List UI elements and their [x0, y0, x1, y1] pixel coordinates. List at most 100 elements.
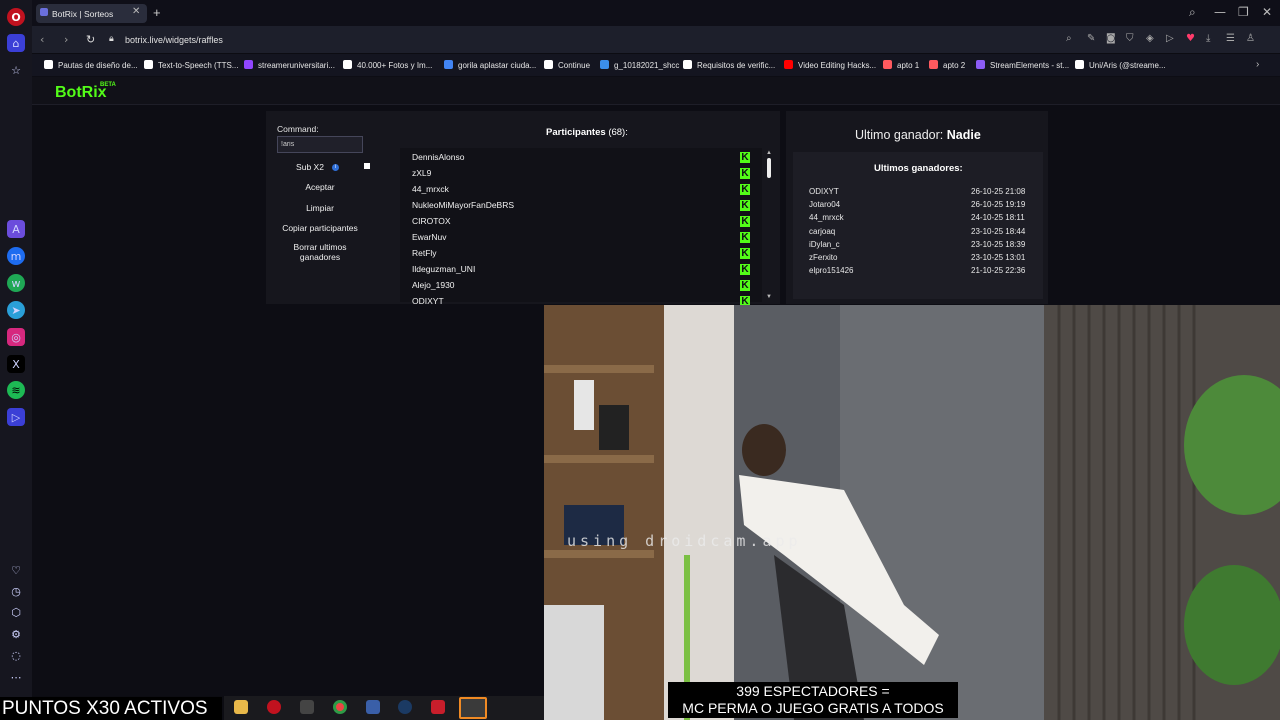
- player-icon[interactable]: ▷: [7, 408, 25, 426]
- messenger-icon[interactable]: m: [7, 247, 25, 265]
- telegram-icon[interactable]: ➤: [7, 301, 25, 319]
- participants-title: Participantes (68):: [546, 127, 628, 138]
- participant-name: Alejo_1930: [412, 280, 455, 290]
- participant-name: RetFly: [412, 248, 437, 258]
- chrome-icon[interactable]: [333, 700, 347, 714]
- vpn-icon[interactable]: ◈: [1146, 33, 1154, 44]
- scroll-down-icon[interactable]: ▼: [766, 294, 772, 300]
- kick-icon: K: [740, 264, 750, 275]
- winner-name: ODIXYT: [809, 187, 839, 196]
- winner-name: elpro151426: [809, 266, 854, 276]
- camera-icon[interactable]: ◙: [1106, 33, 1116, 44]
- url-field[interactable]: botrix.live/widgets/raffles: [125, 35, 223, 45]
- minimize-icon[interactable]: —: [1214, 5, 1226, 19]
- bookmark-item[interactable]: gorila aplastar ciuda...: [458, 61, 536, 70]
- opera-taskbar-icon[interactable]: [267, 700, 281, 714]
- copy-participants-button[interactable]: Copiar participantes: [277, 223, 363, 233]
- forward-icon[interactable]: ›: [64, 33, 68, 46]
- play-icon[interactable]: ▷: [1166, 33, 1174, 44]
- bookmark-favicon-icon: [144, 60, 153, 69]
- winner-date: 21-10-25 22:36: [971, 266, 1026, 276]
- new-tab-button[interactable]: +: [153, 5, 161, 20]
- reload-icon[interactable]: ↻: [86, 33, 95, 46]
- participant-name: ODIXYT: [412, 296, 444, 306]
- bookmark-item[interactable]: 40.000+ Fotos y Im...: [357, 61, 432, 70]
- shield-icon[interactable]: ⛉: [1126, 33, 1134, 44]
- kick-icon: K: [740, 248, 750, 259]
- info-icon[interactable]: i: [332, 164, 339, 171]
- bookmark-item[interactable]: Uni/Aris (@streame...: [1089, 61, 1166, 70]
- scrollbar-thumb[interactable]: [767, 158, 771, 178]
- bookmark-item[interactable]: apto 2: [943, 61, 965, 70]
- opera-logo-icon[interactable]: O: [7, 8, 25, 26]
- bookmarks-more-icon[interactable]: ›: [1256, 59, 1259, 70]
- bookmark-item[interactable]: Text-to-Speech (TTS...: [158, 61, 238, 70]
- obs-icon[interactable]: [459, 697, 487, 719]
- bookmark-favicon-icon: [976, 60, 985, 69]
- bookmark-item[interactable]: Video Editing Hacks...: [798, 61, 876, 70]
- heart-icon[interactable]: ♡: [7, 561, 25, 579]
- app-taskbar-icon[interactable]: [300, 700, 314, 714]
- menu-icon[interactable]: ☰: [1226, 33, 1235, 44]
- search-icon[interactable]: ⌕: [1066, 33, 1072, 44]
- heart-icon[interactable]: ♥: [1186, 33, 1195, 44]
- file-explorer-icon[interactable]: [234, 700, 248, 714]
- bookmark-item[interactable]: Requisitos de verific...: [697, 61, 775, 70]
- history-icon[interactable]: ◷: [7, 582, 25, 600]
- close-window-icon[interactable]: ✕: [1262, 5, 1272, 19]
- winner-date: 23-10-25 18:39: [971, 239, 1026, 249]
- tab-botrix[interactable]: BotRix | Sorteos: [36, 4, 147, 23]
- kick-icon: K: [740, 200, 750, 211]
- participant-name: 44_mrxck: [412, 184, 449, 194]
- aria-ai-icon[interactable]: A: [7, 220, 25, 238]
- bookmark-star-icon[interactable]: ☆: [7, 61, 25, 79]
- caption-line-2: MC PERMA O JUEGO GRATIS A TODOS: [682, 700, 944, 716]
- page-header: [32, 77, 1280, 105]
- delete-winners-button[interactable]: Borrar ultimos ganadores: [277, 242, 363, 262]
- bookmark-item[interactable]: Continue: [558, 61, 590, 70]
- spotify-icon[interactable]: ≋: [7, 381, 25, 399]
- bookmark-item[interactable]: Pautas de diseño de...: [58, 61, 138, 70]
- restore-icon[interactable]: ❐: [1238, 5, 1249, 19]
- command-label: Command:: [277, 124, 319, 134]
- download-icon[interactable]: ⤓: [1206, 33, 1210, 44]
- kick-icon: K: [740, 280, 750, 291]
- x-twitter-icon[interactable]: X: [7, 355, 25, 373]
- participants-label: Participantes: [546, 127, 606, 138]
- settings-gear-icon[interactable]: ⚙: [7, 625, 25, 643]
- search-tabs-icon[interactable]: ⌕: [1189, 5, 1196, 20]
- scroll-up-icon[interactable]: ▲: [766, 150, 772, 156]
- more-dots-icon[interactable]: ⋯: [7, 668, 25, 686]
- winner-date: 23-10-25 13:01: [971, 253, 1026, 262]
- tab-close-icon[interactable]: ✕: [132, 6, 140, 17]
- bookmark-favicon-icon: [244, 60, 253, 69]
- back-icon[interactable]: ‹: [40, 33, 44, 46]
- whatsapp-icon[interactable]: w: [7, 274, 25, 292]
- steam-icon[interactable]: [398, 700, 412, 714]
- bookmark-favicon-icon: [883, 60, 892, 69]
- edit-icon[interactable]: ✎: [1087, 33, 1095, 44]
- participants-list[interactable]: [400, 148, 762, 302]
- bookmark-item[interactable]: g_10182021_shcc: [614, 61, 679, 70]
- extensions-cube-icon[interactable]: ⬡: [7, 603, 25, 621]
- instagram-icon[interactable]: ◎: [7, 328, 25, 346]
- webcam-feed: [544, 305, 1280, 720]
- window-app-icon[interactable]: [366, 700, 380, 714]
- lightbulb-icon[interactable]: ◌: [7, 646, 25, 664]
- bookmark-item[interactable]: StreamElements - st...: [990, 61, 1069, 70]
- command-input[interactable]: [277, 136, 363, 153]
- accept-button[interactable]: Aceptar: [277, 182, 363, 192]
- delete-winners-line1: Borrar ultimos: [293, 242, 347, 252]
- bookmark-item[interactable]: apto 1: [897, 61, 919, 70]
- last-winner-value: Nadie: [946, 128, 981, 142]
- clear-button[interactable]: Limpiar: [277, 203, 363, 213]
- media-app-icon[interactable]: [431, 700, 445, 714]
- winner-name: Jotaro04: [809, 200, 841, 210]
- profile-icon[interactable]: ♙: [1246, 33, 1255, 44]
- participant-name: Ildeguzman_UNI: [412, 264, 476, 274]
- botrix-logo[interactable]: BotRix: [55, 84, 107, 102]
- sub-x2-checkbox[interactable]: [364, 163, 370, 169]
- bookmark-item[interactable]: streameruniversitari...: [258, 61, 335, 70]
- points-banner: PUNTOS X30 ACTIVOS: [0, 697, 222, 720]
- home-icon[interactable]: ⌂: [7, 34, 25, 52]
